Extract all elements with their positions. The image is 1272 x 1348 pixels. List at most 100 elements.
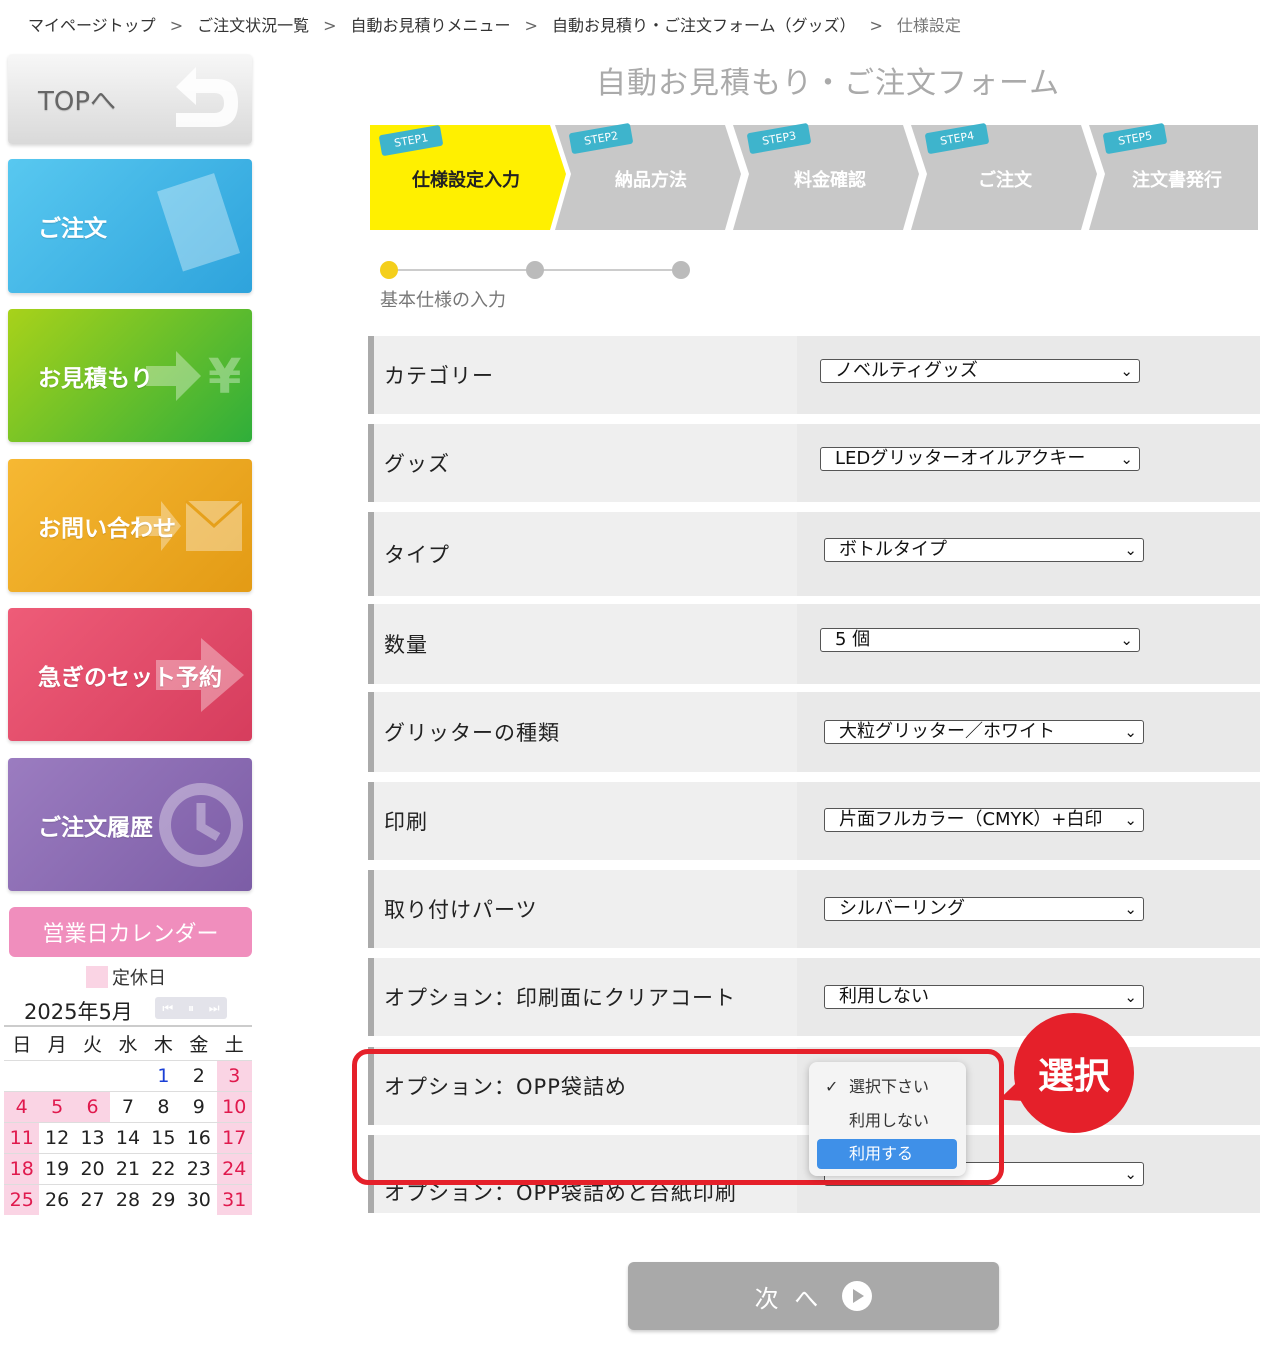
quantity-select[interactable]: 5 個 ⌄: [820, 628, 1140, 652]
breadcrumb-quote-form[interactable]: 自動お見積り・ご注文フォーム（グッズ）: [552, 16, 856, 35]
calendar-day: 23: [181, 1152, 217, 1184]
holiday-legend-label: 定休日: [112, 968, 166, 989]
progress-dot: [526, 261, 544, 279]
weekday-header: 木: [145, 1025, 182, 1060]
breadcrumb: マイページトップ > ご注文状況一覧 > 自動お見積りメニュー > 自動お見積り・ご注文フォ…: [28, 12, 961, 36]
option-use[interactable]: 利用する: [817, 1139, 957, 1169]
weekday-header: 火: [74, 1025, 111, 1060]
opp-bag-dropdown[interactable]: ✓ 選択下さい 利用しない 利用する: [809, 1062, 966, 1176]
forward-icon[interactable]: ⏭: [209, 1001, 220, 1016]
calendar-day: 30: [181, 1183, 217, 1215]
calendar-day: 29: [145, 1183, 182, 1215]
row-value-cell: ノベルティグッズ ⌄: [797, 336, 1260, 414]
option-not-use[interactable]: 利用しない: [817, 1106, 957, 1136]
type-select[interactable]: ボトルタイプ ⌄: [824, 538, 1144, 562]
progress-dot: [672, 261, 690, 279]
breadcrumb-order-status[interactable]: ご注文状況一覧: [197, 16, 309, 35]
top-button[interactable]: TOPへ: [8, 54, 252, 144]
select-value: 5 個: [835, 629, 871, 650]
calendar-day: 4: [4, 1090, 40, 1122]
calendar-day: 6: [74, 1090, 111, 1122]
calendar-month: 2025年5月: [24, 1000, 133, 1024]
goods-select[interactable]: LEDグリッターオイルアクキー ⌄: [820, 447, 1140, 471]
clear-coat-select[interactable]: 利用しない ⌄: [824, 985, 1144, 1009]
category-select[interactable]: ノベルティグッズ ⌄: [820, 359, 1140, 383]
select-value: 大粒グリッター／ホワイト: [839, 721, 1055, 742]
pause-icon[interactable]: ⏸: [188, 1001, 194, 1016]
rewind-icon[interactable]: ⏮: [162, 1001, 173, 1016]
chevron-down-icon: ⌄: [1124, 1165, 1137, 1183]
calendar-empty-cell: [110, 1059, 146, 1091]
calendar-week: 4 5 6 7 8 9 10: [4, 1090, 252, 1122]
holiday-legend: 定休日: [86, 964, 166, 990]
breadcrumb-separator: >: [869, 16, 883, 35]
row-label: 印刷: [384, 810, 428, 834]
step1-label: 仕様設定入力: [412, 170, 520, 191]
row-printing: 印刷 片面フルカラー（CMYK）+白印 ⌄: [368, 782, 1260, 860]
chevron-down-icon: ⌄: [1124, 900, 1137, 918]
calendar-day: 10: [216, 1090, 252, 1122]
attachment-parts-select[interactable]: シルバーリング ⌄: [824, 897, 1144, 921]
calendar-week: 11 12 13 14 15 16 17: [4, 1121, 252, 1153]
progress-dot-active: [380, 261, 398, 279]
rush-reservation-button[interactable]: 急ぎのセット予約: [8, 608, 252, 741]
order-history-button[interactable]: ご注文履歴: [8, 758, 252, 891]
breadcrumb-quote-menu[interactable]: 自動お見積りメニュー: [351, 16, 511, 35]
calendar-day: 16: [181, 1121, 217, 1153]
calendar-day: 7: [110, 1090, 146, 1122]
select-value: 片面フルカラー（CMYK）+白印: [839, 809, 1103, 830]
printing-select[interactable]: 片面フルカラー（CMYK）+白印 ⌄: [824, 808, 1144, 832]
row-label: グリッターの種類: [384, 721, 560, 745]
glitter-type-select[interactable]: 大粒グリッター／ホワイト ⌄: [824, 720, 1144, 744]
chevron-down-icon: ⌄: [1120, 631, 1133, 649]
calendar-day: 8: [145, 1090, 182, 1122]
option-select-please[interactable]: ✓ 選択下さい: [817, 1072, 957, 1102]
calendar-day: 12: [39, 1121, 75, 1153]
row-label: オプション：印刷面にクリアコート: [384, 986, 736, 1010]
row-glitter-type: グリッターの種類 大粒グリッター／ホワイト ⌄: [368, 692, 1260, 772]
checkmark-icon: ✓: [825, 1077, 839, 1096]
breadcrumb-mypage-top[interactable]: マイページトップ: [28, 16, 156, 35]
row-value-cell: 大粒グリッター／ホワイト ⌄: [797, 692, 1260, 772]
next-button-label: 次 へ: [754, 1284, 823, 1313]
row-label: カテゴリー: [384, 364, 494, 388]
calendar-grid: 日月火水木金土 1 2 3 4 5 6 7 8 9 10 11 12 13 14 15 16 17 18 19 20 2…: [4, 1025, 252, 1215]
contact-button-label: お問い合わせ: [38, 515, 176, 542]
calendar-day: 18: [4, 1152, 40, 1184]
row-label: グッズ: [384, 452, 450, 476]
option-label: 利用する: [849, 1144, 914, 1163]
order-button[interactable]: ご注文: [8, 159, 252, 293]
contact-button[interactable]: お問い合わせ: [8, 459, 252, 592]
calendar-day: 24: [216, 1152, 252, 1184]
next-button[interactable]: 次 へ: [628, 1262, 999, 1330]
row-type: タイプ ボトルタイプ ⌄: [368, 512, 1260, 596]
weekday-header: 日: [4, 1025, 40, 1060]
row-quantity: 数量 5 個 ⌄: [368, 604, 1260, 684]
quote-button[interactable]: お見積もり ¥: [8, 309, 252, 442]
breadcrumb-separator: >: [323, 16, 337, 35]
select-value: LEDグリッターオイルアクキー: [835, 448, 1086, 469]
weekday-header: 金: [181, 1025, 217, 1060]
calendar-day: 20: [74, 1152, 111, 1184]
row-value-cell: 5 個 ⌄: [797, 604, 1260, 684]
weekday-header: 土: [216, 1025, 252, 1060]
step5-label: 注文書発行: [1132, 170, 1222, 191]
calendar-day: 27: [74, 1183, 111, 1215]
select-callout-badge: 選択: [1014, 1013, 1134, 1133]
play-circle-icon: [842, 1281, 873, 1311]
calendar-day: 1: [145, 1059, 182, 1091]
breadcrumb-separator: >: [524, 16, 538, 35]
select-value: シルバーリング: [839, 898, 965, 919]
calendar-week: 18 19 20 21 22 23 24: [4, 1152, 252, 1184]
weekday-header: 水: [110, 1025, 146, 1060]
calendar-day: 3: [216, 1059, 252, 1091]
weekday-header: 月: [39, 1025, 75, 1060]
chevron-down-icon: ⌄: [1124, 723, 1137, 741]
business-calendar-title: 営業日カレンダー: [9, 907, 252, 957]
order-history-label: ご注文履歴: [38, 814, 153, 841]
calendar-day: 19: [39, 1152, 75, 1184]
row-value-cell: ボトルタイプ ⌄: [797, 512, 1260, 596]
option-label: 利用しない: [849, 1111, 930, 1130]
row-goods: グッズ LEDグリッターオイルアクキー ⌄: [368, 424, 1260, 502]
order-button-label: ご注文: [38, 216, 107, 242]
